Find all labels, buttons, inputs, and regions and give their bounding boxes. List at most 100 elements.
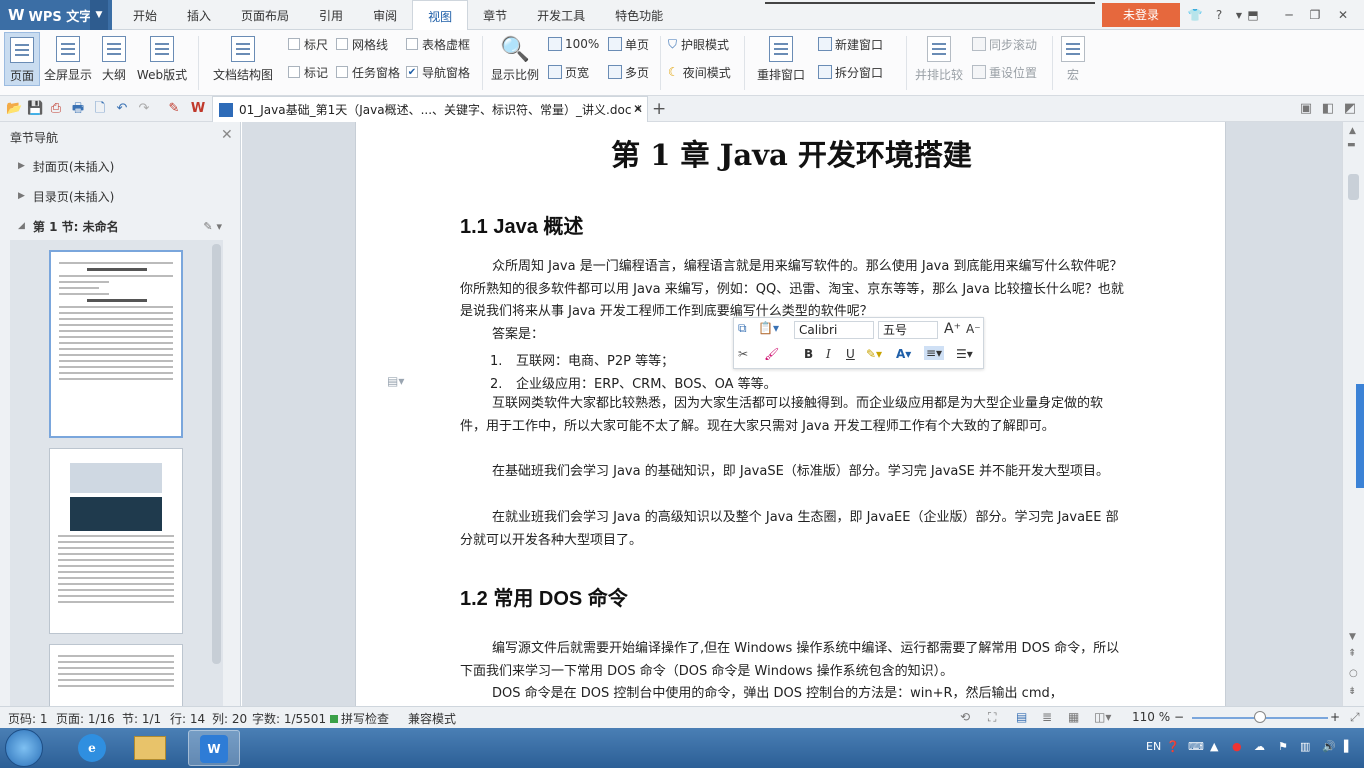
shrink-font-icon[interactable]: A⁻	[966, 322, 981, 336]
show-desktop-icon[interactable]: ▌	[1344, 740, 1352, 753]
help-button[interactable]: ?	[1208, 4, 1230, 26]
wps-taskbar-icon[interactable]: W	[188, 730, 240, 766]
tab-8[interactable]: 特色功能	[600, 0, 678, 30]
tab-2[interactable]: 页面布局	[226, 0, 304, 30]
nav-item-cover[interactable]: ▶ 封面页(未插入)	[10, 152, 230, 180]
multi-page-button[interactable]: 多页	[608, 63, 649, 81]
navpane-checkbox[interactable]: ✔ 导航窗格	[406, 63, 470, 81]
close-icon[interactable]: ✕	[1332, 4, 1354, 26]
select-browse-icon[interactable]: ○	[1349, 668, 1358, 679]
edit-icon[interactable]: ✎ ▾	[203, 220, 222, 233]
reset-position-button[interactable]: 重设位置	[972, 63, 1037, 81]
tray-app-icon[interactable]: ●	[1232, 740, 1242, 753]
page-view-button[interactable]: 页面	[4, 32, 40, 86]
copy-icon[interactable]: ⧉	[738, 321, 747, 336]
document-tab[interactable]: 01_Java基础_第1天（Java概述、...、关键字、标识符、常量）_讲义.…	[212, 96, 648, 122]
single-page-button[interactable]: 单页	[608, 35, 649, 53]
line-spacing-icon[interactable]: ☰▾	[956, 347, 973, 361]
zoom-out-icon[interactable]: −	[1174, 710, 1184, 724]
export-pdf-icon[interactable]: ⎙	[48, 101, 64, 117]
login-button[interactable]: 未登录	[1102, 3, 1180, 27]
action-center-icon[interactable]: ⚑	[1278, 740, 1288, 753]
prev-page-icon[interactable]: ⇞	[1348, 648, 1356, 659]
web-status-icon[interactable]: ▦	[1068, 710, 1079, 724]
sync-scroll-button[interactable]: 同步滚动	[972, 35, 1037, 53]
history-icon[interactable]: ⟲	[960, 710, 970, 724]
restore-ribbon-icon[interactable]: ⬒	[1242, 4, 1264, 26]
doc-map-button[interactable]: 文档结构图	[206, 32, 280, 83]
save-icon[interactable]: 💾	[27, 101, 43, 117]
maximize-icon[interactable]: ❐	[1304, 4, 1326, 26]
zoom100-button[interactable]: 100%	[548, 35, 599, 53]
next-page-icon[interactable]: ⇟	[1348, 686, 1356, 697]
redo-icon[interactable]: ↷	[136, 101, 152, 117]
macro-button[interactable]: 宏	[1058, 32, 1088, 83]
language-indicator[interactable]: EN	[1146, 740, 1161, 753]
marks-checkbox[interactable]: 标记	[288, 63, 328, 81]
nav-scrollbar[interactable]	[212, 244, 221, 664]
tab-5[interactable]: 视图	[412, 0, 469, 31]
outline-button[interactable]: 大纲	[98, 32, 130, 83]
ruler-checkbox[interactable]: 标尺	[288, 35, 328, 53]
fullscreen-button[interactable]: 全屏显示	[42, 32, 94, 83]
zoom-level[interactable]: 110 %	[1132, 710, 1170, 724]
font-size-select[interactable]: 五号	[878, 321, 938, 339]
tray-expand-icon[interactable]: ▲	[1210, 740, 1218, 753]
wps-menu-button[interactable]: W WPS 文字 ▼	[0, 0, 112, 30]
scroll-up-icon[interactable]: ▲	[1349, 126, 1356, 136]
start-button[interactable]	[5, 729, 43, 767]
nav-item-toc[interactable]: ▶ 目录页(未插入)	[10, 182, 230, 210]
zoom-in-icon[interactable]: +	[1330, 710, 1340, 724]
skin-icon[interactable]: 👕	[1184, 4, 1206, 26]
chevron-down-icon[interactable]: ▼	[90, 0, 108, 30]
page-thumbnail[interactable]	[49, 644, 183, 706]
help-tray-icon[interactable]: ❓	[1166, 740, 1180, 753]
page-thumbnail[interactable]	[49, 250, 183, 438]
internet-explorer-icon[interactable]: e	[66, 730, 118, 766]
reading-mode-icon[interactable]: ◫▾	[1094, 710, 1111, 724]
eye-care-button[interactable]: ⛉ 护眼模式	[668, 35, 729, 53]
split-window-button[interactable]: 拆分窗口	[818, 63, 883, 81]
nav-section-1[interactable]: ◢ 第 1 节: 未命名 ✎ ▾	[10, 212, 230, 240]
tab-7[interactable]: 开发工具	[522, 0, 600, 30]
page-view-status-icon[interactable]: ▤	[1016, 710, 1027, 724]
zoom-slider-knob[interactable]	[1254, 711, 1266, 723]
underline-button[interactable]: U	[846, 347, 855, 361]
status-words[interactable]: 字数: 1/5501	[252, 710, 326, 727]
tab-0[interactable]: 开始	[118, 0, 172, 30]
grow-font-icon[interactable]: A⁺	[944, 321, 961, 337]
align-icon[interactable]: ≡▾	[924, 346, 945, 360]
table-gridlines-checkbox[interactable]: 表格虚框	[406, 35, 470, 53]
side-by-side-button[interactable]: 并排比较	[912, 32, 966, 83]
scrollbar-thumb[interactable]	[1348, 174, 1359, 200]
document-page[interactable]: 第 1 章 Java 开发环境搭建 1.1 Java 概述 众所周知 Java …	[355, 122, 1226, 706]
scroll-split-icon[interactable]: ▬	[1347, 140, 1356, 150]
fit-icon[interactable]: ⤢	[1350, 710, 1360, 725]
new-tab-icon[interactable]: +	[652, 99, 666, 119]
print-icon[interactable]: 🖶	[70, 101, 86, 117]
ime-icon[interactable]: ⌨	[1188, 740, 1204, 753]
tab-view-icon[interactable]: ▣	[1298, 101, 1314, 117]
volume-icon[interactable]: 🔊	[1322, 740, 1336, 753]
tab-4[interactable]: 审阅	[358, 0, 412, 30]
paste-icon[interactable]: 📋▾	[758, 321, 779, 335]
format-painter-icon[interactable]: 🖌	[764, 347, 779, 361]
open-folder-icon[interactable]: 📂	[6, 101, 22, 117]
paragraph-layout-icon[interactable]: ▤▾	[387, 374, 404, 388]
page-thumbnail[interactable]	[49, 448, 183, 634]
fullscreen-status-icon[interactable]: ⛶	[988, 710, 996, 725]
highlight-icon[interactable]: ✎▾	[866, 347, 882, 361]
scissors-icon[interactable]: ✂	[738, 347, 748, 361]
network-icon[interactable]: ▥	[1300, 740, 1310, 753]
scroll-down-icon[interactable]: ▼	[1349, 632, 1356, 642]
customize-icon[interactable]: ✎	[166, 101, 182, 117]
taskpane-checkbox[interactable]: 任务窗格	[336, 63, 400, 81]
tab-1[interactable]: 插入	[172, 0, 226, 30]
arrange-windows-button[interactable]: 重排窗口	[750, 32, 812, 83]
night-mode-button[interactable]: ☾ 夜间模式	[668, 63, 731, 81]
undo-icon[interactable]: ↶	[114, 101, 130, 117]
zoom-button[interactable]: 🔍 显示比例	[488, 32, 542, 83]
new-window-button[interactable]: 新建窗口	[818, 35, 883, 53]
spell-check-toggle[interactable]: 拼写检查	[330, 710, 389, 727]
gridlines-checkbox[interactable]: 网格线	[336, 35, 388, 53]
